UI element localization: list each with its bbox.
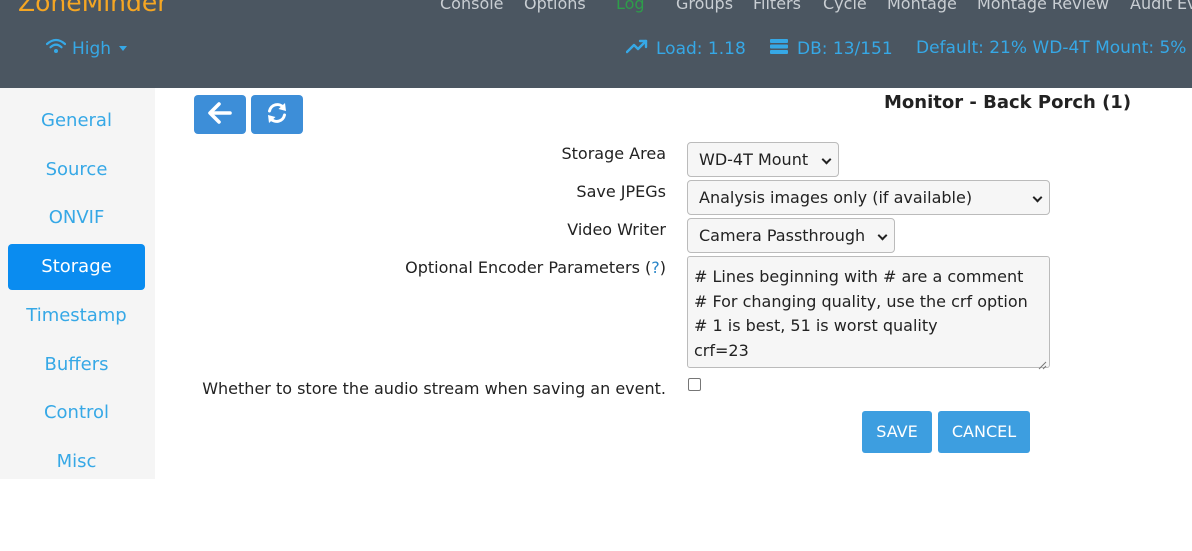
save-jpegs-label: Save JPEGs <box>576 182 666 201</box>
encoder-params-label: Optional Encoder Parameters (?) <box>405 258 666 277</box>
sidebar: General Source ONVIF Storage Timestamp B… <box>0 88 155 479</box>
storage-value: Default: 21% WD-4T Mount: 5% <box>916 38 1187 58</box>
help-link[interactable]: ? <box>651 258 660 277</box>
resize-grip-icon[interactable] <box>1037 355 1047 370</box>
storage-area-select[interactable]: WD-4T Mount <box>687 142 839 177</box>
encoder-params-textarea[interactable]: # Lines beginning with # are a comment #… <box>687 256 1050 368</box>
database-icon <box>769 38 789 60</box>
encoder-params-label-end: ) <box>659 258 666 277</box>
load-status: Load: 1.18 <box>625 38 746 59</box>
menu-item-cycle[interactable]: Cycle <box>823 0 867 13</box>
bandwidth-label: High <box>72 38 112 59</box>
back-button[interactable] <box>194 95 246 134</box>
menu-item-montage-review[interactable]: Montage Review <box>977 0 1109 13</box>
arrow-left-icon <box>208 101 232 128</box>
refresh-button[interactable] <box>251 95 303 134</box>
encoder-params-label-text: Optional Encoder Parameters ( <box>405 258 652 277</box>
sidebar-item-source[interactable]: Source <box>8 147 145 193</box>
menu-item-console[interactable]: Console <box>440 0 504 13</box>
storage-area-value: WD-4T Mount <box>699 150 809 169</box>
page-title: Monitor - Back Porch (1) <box>884 92 1132 113</box>
storage-area-label: Storage Area <box>561 144 666 163</box>
save-jpegs-value: Analysis images only (if available) <box>699 188 973 207</box>
menu-item-options[interactable]: Options <box>524 0 586 13</box>
caret-down-icon <box>119 46 128 51</box>
video-writer-select[interactable]: Camera Passthrough <box>687 218 895 253</box>
top-navbar: ZoneMinder Console Options Log Groups Fi… <box>0 0 1192 88</box>
sidebar-item-storage[interactable]: Storage <box>8 244 145 290</box>
load-value: Load: 1.18 <box>656 38 746 59</box>
db-status: DB: 13/151 <box>769 38 893 60</box>
chevron-down-icon <box>821 154 832 165</box>
sidebar-item-control[interactable]: Control <box>8 390 145 436</box>
chevron-down-icon <box>1032 192 1043 203</box>
db-value: DB: 13/151 <box>797 39 893 59</box>
sidebar-item-onvif[interactable]: ONVIF <box>8 195 145 241</box>
menu-item-groups[interactable]: Groups <box>676 0 733 13</box>
trend-up-icon <box>625 38 648 59</box>
brand-logo[interactable]: ZoneMinder <box>18 0 168 17</box>
record-audio-checkbox[interactable] <box>688 378 701 391</box>
refresh-icon <box>265 101 289 129</box>
sidebar-item-timestamp[interactable]: Timestamp <box>8 293 145 339</box>
record-audio-label: Whether to store the audio stream when s… <box>202 379 666 398</box>
menu-item-log[interactable]: Log <box>616 0 645 13</box>
sidebar-item-general[interactable]: General <box>8 98 145 144</box>
menu-item-audit-events[interactable]: Audit Ev <box>1130 0 1192 13</box>
wifi-icon <box>45 38 67 59</box>
bandwidth-dropdown[interactable]: High <box>45 38 128 59</box>
cancel-button[interactable]: CANCEL <box>938 411 1030 453</box>
video-writer-label: Video Writer <box>567 220 666 239</box>
sidebar-item-buffers[interactable]: Buffers <box>8 342 145 388</box>
menu-item-montage[interactable]: Montage <box>887 0 957 13</box>
save-jpegs-select[interactable]: Analysis images only (if available) <box>687 180 1050 215</box>
save-button[interactable]: SAVE <box>862 411 932 453</box>
storage-status: Default: 21% WD-4T Mount: 5% <box>916 38 1186 58</box>
video-writer-value: Camera Passthrough <box>699 226 866 245</box>
sidebar-item-misc[interactable]: Misc <box>8 439 145 485</box>
chevron-down-icon <box>877 230 888 241</box>
menu-item-filters[interactable]: Filters <box>753 0 801 13</box>
